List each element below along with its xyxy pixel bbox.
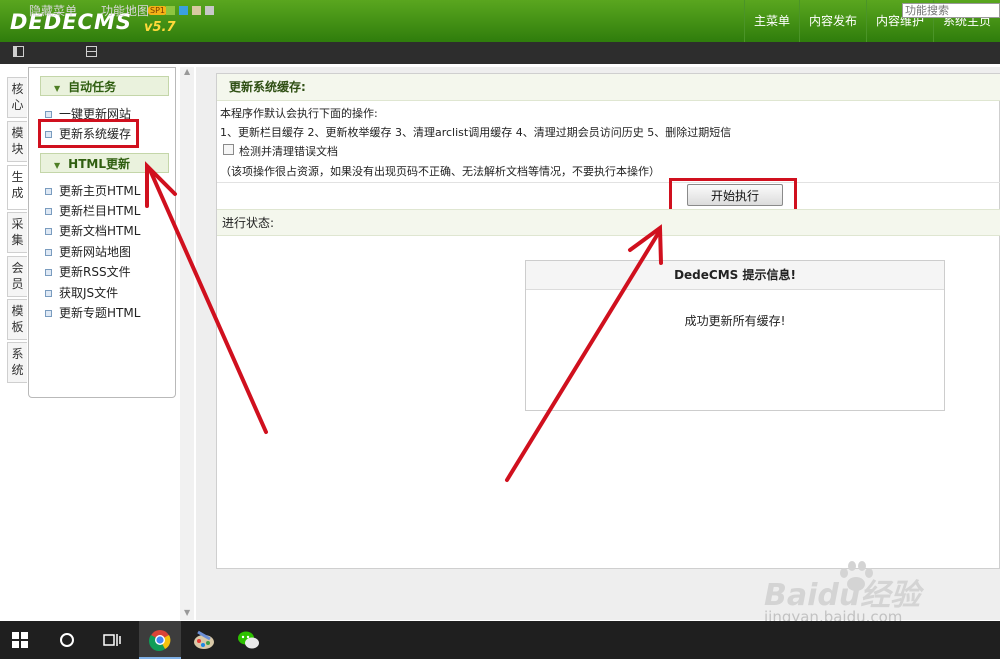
search-circle-icon[interactable] [49, 621, 85, 659]
windows-start-icon[interactable] [2, 621, 38, 659]
chrome-icon[interactable] [142, 621, 178, 659]
paint-icon[interactable] [186, 621, 222, 659]
task-view-icon[interactable] [94, 621, 130, 659]
arrow-to-cache-item [145, 161, 268, 434]
arrow-to-exec-button [505, 224, 663, 482]
wechat-icon[interactable] [231, 621, 267, 659]
baidu-watermark: Baidu经验 jingyan.baidu.com [750, 558, 1000, 626]
